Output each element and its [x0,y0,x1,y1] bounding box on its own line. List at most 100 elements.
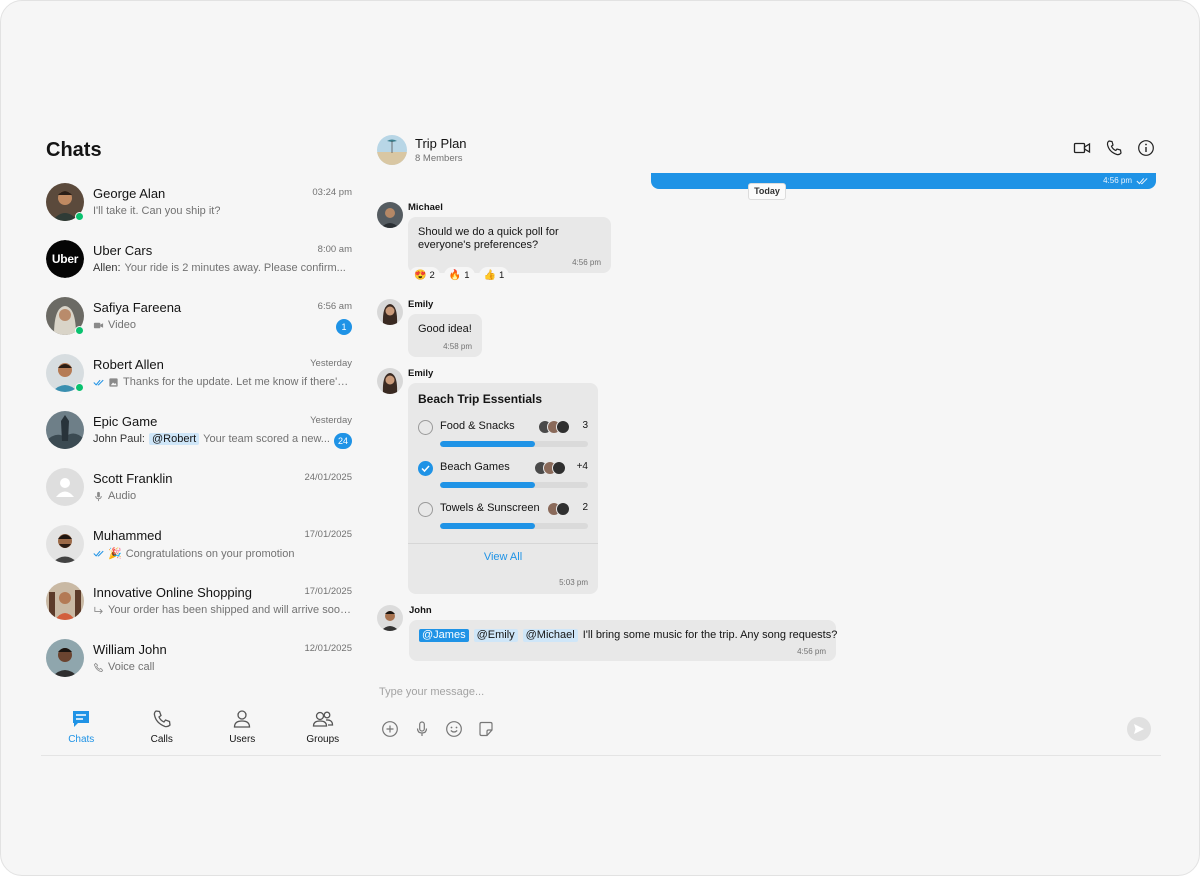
vote-progress-fill [440,482,535,488]
emoji-icon[interactable] [445,720,463,738]
panel-divider [41,755,1161,756]
poll-bubble: Beach Trip Essentials Food & Snacks 3 Be… [408,383,598,594]
online-indicator [75,326,84,335]
app-window: Chats George Alan 03:24 pm I'll take it.… [0,0,1200,876]
chat-time: 17/01/2025 [304,529,352,540]
message-bubble[interactable]: Should we do a quick poll for everyone's… [408,217,611,273]
message-input[interactable] [379,686,1139,698]
chat-time: 17/01/2025 [304,586,352,597]
message-text-row: @James @Emily @Michael I'll bring some m… [419,629,837,642]
double-check-icon [93,379,104,386]
chat-name: William John [93,642,167,657]
video-call-icon[interactable] [1073,139,1091,157]
phone-icon [153,709,171,727]
online-indicator [75,383,84,392]
sender-name: Michael [408,202,443,213]
info-icon[interactable] [1137,139,1155,157]
message-text-line: everyone's preferences? [418,239,539,251]
chat-item-william-john[interactable]: William John 12/01/2025 Voice call [41,633,363,690]
mic-icon [95,491,102,501]
group-name[interactable]: Trip Plan [415,136,467,151]
unread-badge: 1 [336,319,352,335]
chat-time: 03:24 pm [312,187,352,198]
member-count: 8 Members [415,153,463,164]
chat-name: George Alan [93,186,166,201]
chat-preview: I'll take it. Can you ship it? [93,205,221,217]
nav-calls[interactable]: Calls [122,696,203,756]
reaction-chip[interactable]: 😍 2 [409,267,440,284]
chat-name: Epic Game [93,414,158,429]
chat-icon [73,710,90,727]
message-text: I'll bring some music for the trip. Any … [582,629,838,641]
message-time: 4:56 pm [797,647,826,656]
message-time: 4:56 pm [572,258,601,267]
send-button[interactable] [1127,717,1151,741]
nav-label: Users [229,733,256,745]
sender-avatar-michael[interactable] [377,202,403,228]
avatar [46,582,84,620]
nav-groups[interactable]: Groups [283,696,364,756]
poll-option[interactable]: Food & Snacks 3 [418,418,588,454]
double-check-icon [93,550,104,557]
radio-button[interactable] [418,502,433,517]
vote-count: 2 [582,502,588,513]
message-text: Good idea! [418,323,472,335]
sender-avatar-emily[interactable] [377,368,403,394]
chat-item-scott-franklin[interactable]: Scott Franklin 24/01/2025 Audio [41,462,363,519]
double-check-icon [1136,178,1148,185]
sender-avatar-emily[interactable] [377,299,403,325]
composer-actions [381,720,495,738]
chat-time: 24/01/2025 [304,472,352,483]
sent-message-bubble[interactable]: 4:56 pm [651,173,1156,189]
chat-item-robert-allen[interactable]: Robert Allen Yesterday Thanks for the up… [41,348,363,405]
nav-label: Chats [68,733,95,745]
chat-time: 8:00 am [317,244,352,255]
chat-item-uber-cars[interactable]: Uber Uber Cars 8:00 am Allen: Your ride … [41,234,363,291]
chat-name: Uber Cars [93,243,153,258]
nav-users[interactable]: Users [202,696,283,756]
user-icon [234,709,251,728]
radio-button-checked[interactable] [418,461,433,476]
avatar [46,411,84,449]
send-icon [1134,724,1144,734]
mention-chip-selected[interactable]: @James [419,629,469,642]
poll-option[interactable]: Towels & Sunscreen 2 [418,500,588,536]
unread-badge: 24 [333,433,352,449]
message-text-line: Should we do a quick poll for [418,226,559,238]
message-bubble[interactable]: @James @Emily @Michael I'll bring some m… [409,620,837,661]
voice-call-icon[interactable] [1105,139,1123,157]
voter-avatars [547,502,570,516]
sticker-icon[interactable] [477,720,495,738]
chat-preview: Thanks for the update. Let me know if th… [93,376,351,388]
chat-item-innovative-online-shopping[interactable]: Innovative Online Shopping 17/01/2025 Yo… [41,576,363,633]
chat-name: Scott Franklin [93,471,173,486]
group-avatar[interactable] [377,135,407,165]
chat-item-safiya-fareena[interactable]: Safiya Fareena 6:56 am Video 1 [41,291,363,348]
view-all-button[interactable]: View All [408,551,598,563]
reaction-chip[interactable]: 🔥 1 [443,267,475,284]
mention-chip[interactable]: @Emily [473,629,518,642]
mention-chip[interactable]: @Michael [522,629,578,642]
chat-item-george-alan[interactable]: George Alan 03:24 pm I'll take it. Can y… [41,177,363,234]
fire-emoji: 🔥 [448,270,462,281]
conversation-header: Trip Plan 8 Members [363,121,1161,177]
chat-time: Yesterday [310,415,352,426]
conversation-panel: Trip Plan 8 Members 4:56 pm Today Michae… [363,121,1161,756]
reaction-chip[interactable]: 👍 1 [478,267,510,284]
add-icon[interactable] [381,720,399,738]
voter-avatars [538,420,570,434]
sender-avatar-john[interactable] [377,605,403,631]
vote-progress-fill [440,441,535,447]
radio-button[interactable] [418,420,433,435]
message-bubble[interactable]: Good idea! 4:58 pm [408,314,482,357]
image-icon [109,377,118,387]
mic-icon[interactable] [413,720,431,738]
sender-name: John [409,605,432,616]
nav-label: Groups [306,733,340,745]
chat-item-epic-game[interactable]: Epic Game Yesterday John Paul: @Robert Y… [41,405,363,462]
nav-chats[interactable]: Chats [41,696,122,756]
chat-preview: 🎉 Congratulations on your promotion [93,547,351,560]
chat-list[interactable]: George Alan 03:24 pm I'll take it. Can y… [41,177,363,697]
poll-option[interactable]: Beach Games +4 [418,459,588,495]
chat-item-muhammed[interactable]: Muhammed 17/01/2025 🎉 Congratulations on… [41,519,363,576]
